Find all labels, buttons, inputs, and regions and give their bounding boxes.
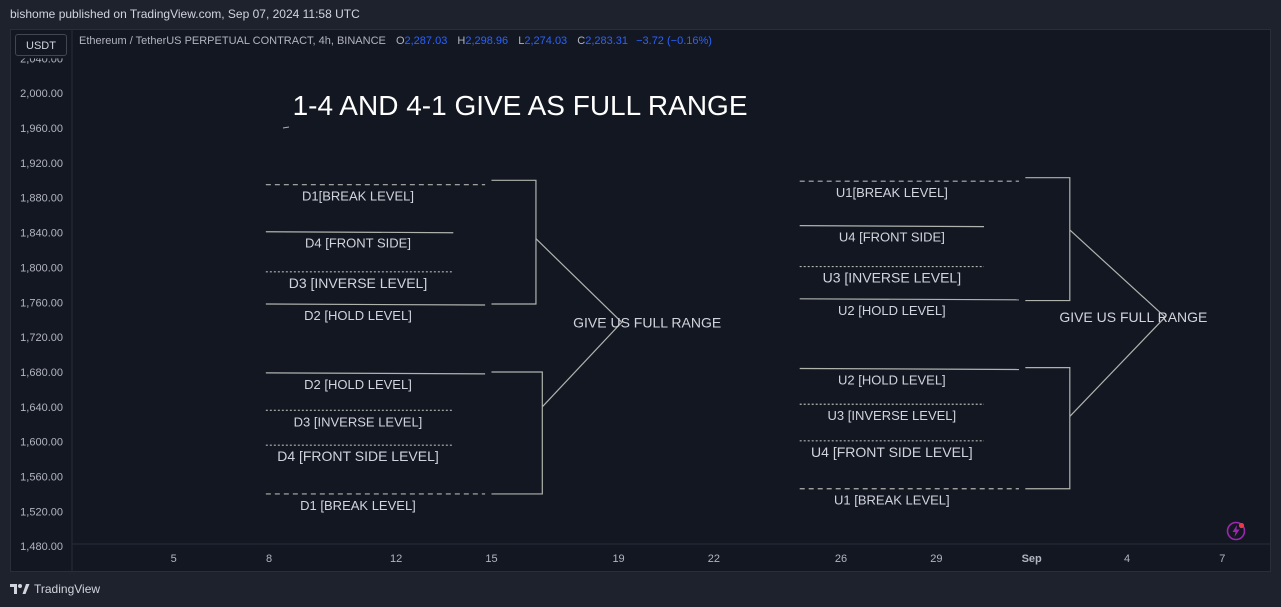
level-label: U1[BREAK LEVEL] bbox=[836, 185, 948, 200]
publication-header: bishome published on TradingView.com, Se… bbox=[10, 7, 360, 21]
level-line bbox=[265, 303, 486, 306]
open-label: O bbox=[395, 35, 405, 47]
level-label: U3 [INVERSE LEVEL] bbox=[823, 270, 962, 286]
lightning-icon[interactable] bbox=[1226, 521, 1246, 541]
y-tick-label: 1,680.00 bbox=[20, 367, 63, 379]
change-value: −3.72 (−0.16%) bbox=[636, 35, 712, 47]
level-line bbox=[799, 298, 1019, 301]
symbol-name: Ethereum / TetherUS PERPETUAL CONTRACT, … bbox=[79, 35, 386, 47]
level-line bbox=[799, 367, 1019, 371]
open-value: 2,287.03 bbox=[404, 35, 448, 47]
annotation-text: GIVE US FULL RANGE bbox=[573, 314, 721, 330]
close-value: 2,283.31 bbox=[585, 35, 629, 47]
level-label: D4 [FRONT SIDE LEVEL] bbox=[277, 448, 439, 464]
level-label: U3 [INVERSE LEVEL] bbox=[828, 408, 957, 423]
bracket bbox=[491, 371, 543, 495]
level-label: D4 [FRONT SIDE] bbox=[305, 236, 411, 251]
tradingview-logo-icon bbox=[10, 584, 30, 594]
x-tick-label: 5 bbox=[171, 553, 177, 565]
level-label: D3 [INVERSE LEVEL] bbox=[289, 275, 428, 291]
level-line bbox=[265, 372, 486, 375]
level-label: U2 [HOLD LEVEL] bbox=[838, 372, 946, 387]
footer-brand: TradingView bbox=[34, 582, 101, 596]
annotation-text: GIVE US FULL RANGE bbox=[1059, 309, 1207, 325]
x-tick-label: 8 bbox=[266, 553, 272, 565]
y-tick-label: 1,960.00 bbox=[20, 123, 63, 135]
level-label: U4 [FRONT SIDE LEVEL] bbox=[811, 444, 973, 460]
x-tick-label: 22 bbox=[708, 553, 720, 565]
x-tick-label: 15 bbox=[485, 553, 497, 565]
level-label: D2 [HOLD LEVEL] bbox=[304, 308, 412, 323]
y-tick-label: 1,760.00 bbox=[20, 297, 63, 309]
x-tick-label: 29 bbox=[930, 553, 942, 565]
bracket bbox=[1025, 367, 1071, 490]
x-tick-label: 4 bbox=[1124, 553, 1130, 565]
x-tick-label: Sep bbox=[1022, 553, 1042, 565]
y-tick-label: 2,000.00 bbox=[20, 88, 63, 100]
low-value: 2,274.03 bbox=[524, 35, 568, 47]
y-tick-label: 1,880.00 bbox=[20, 193, 63, 205]
level-line bbox=[265, 231, 454, 234]
level-label: D2 [HOLD LEVEL] bbox=[304, 377, 412, 392]
level-label: D3 [INVERSE LEVEL] bbox=[294, 414, 423, 429]
y-tick-label: 1,800.00 bbox=[20, 262, 63, 274]
chart-area[interactable]: 2,000.00 1,960.00 1,920.00 1,880.00 1,840.00… bbox=[10, 29, 1271, 572]
close-label: C bbox=[577, 35, 586, 47]
symbol-legend: Ethereum / TetherUS PERPETUAL CONTRACT, … bbox=[79, 35, 712, 47]
y-tick-label: 1,560.00 bbox=[20, 472, 63, 484]
y-tick-label: 1,520.00 bbox=[20, 506, 63, 518]
chart-canvas[interactable]: 2,000.00 1,960.00 1,920.00 1,880.00 1,840.00… bbox=[11, 30, 1270, 571]
y-tick-label: 1,920.00 bbox=[20, 158, 63, 170]
high-value: 2,298.96 bbox=[465, 35, 509, 47]
x-tick-label: 26 bbox=[835, 553, 847, 565]
level-label: D1 [BREAK LEVEL] bbox=[300, 498, 416, 513]
y-tick-label: 1,640.00 bbox=[20, 402, 63, 414]
currency-button[interactable]: USDT bbox=[15, 34, 67, 56]
chart-title: 1-4 AND 4-1 GIVE AS FULL RANGE bbox=[293, 90, 748, 121]
y-tick-label: 1,840.00 bbox=[20, 228, 63, 240]
x-tick-label: 12 bbox=[390, 553, 402, 565]
level-line bbox=[799, 225, 985, 228]
level-label: U2 [HOLD LEVEL] bbox=[838, 303, 946, 318]
level-label: D1[BREAK LEVEL] bbox=[302, 189, 414, 204]
level-label: U4 [FRONT SIDE] bbox=[839, 230, 945, 245]
bracket bbox=[1025, 177, 1071, 302]
x-tick-label: 19 bbox=[612, 553, 624, 565]
level-label: U1 [BREAK LEVEL] bbox=[834, 493, 950, 508]
y-tick-label: 1,600.00 bbox=[20, 437, 63, 449]
y-tick-label: 1,480.00 bbox=[20, 541, 63, 553]
stray-mark bbox=[282, 126, 290, 129]
bracket bbox=[491, 179, 537, 305]
footer: TradingView bbox=[10, 582, 100, 596]
y-tick-label: 1,720.00 bbox=[20, 332, 63, 344]
x-tick-label: 7 bbox=[1219, 553, 1225, 565]
